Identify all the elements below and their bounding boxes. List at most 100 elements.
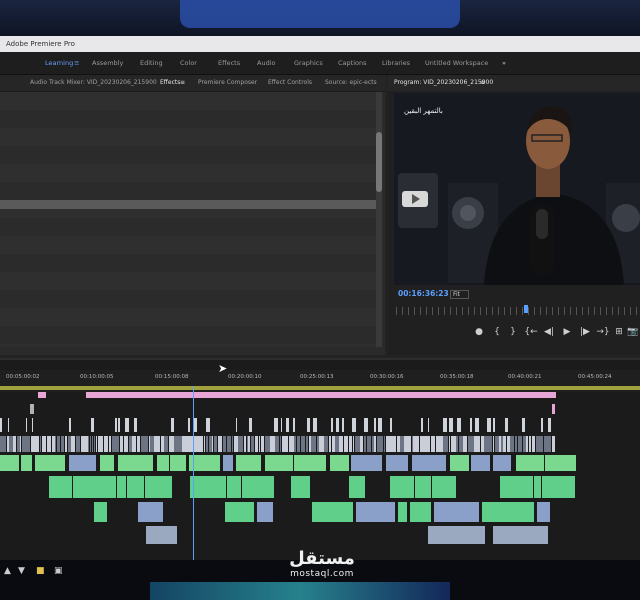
audio-clip[interactable] bbox=[257, 502, 273, 522]
timeline-clip[interactable] bbox=[41, 436, 47, 452]
workspace-learning[interactable]: Learning bbox=[45, 52, 73, 74]
timeline-clip[interactable] bbox=[250, 436, 255, 452]
timeline-clip[interactable] bbox=[9, 436, 13, 452]
workspace-menu-icon[interactable]: ≡ bbox=[74, 52, 79, 74]
workspace-libraries[interactable]: Libraries bbox=[382, 52, 410, 74]
mark-in-button[interactable]: { bbox=[490, 323, 504, 341]
timeline-clip[interactable] bbox=[296, 436, 301, 452]
timeline-clip[interactable] bbox=[419, 436, 424, 452]
audio-clip[interactable] bbox=[533, 476, 542, 498]
program-title[interactable]: Program: VID_20230206_215900 bbox=[394, 75, 493, 91]
audio-clip[interactable] bbox=[226, 476, 242, 498]
timeline-clip[interactable] bbox=[458, 436, 463, 452]
audio-clip[interactable] bbox=[493, 526, 548, 544]
timeline-clip[interactable] bbox=[335, 418, 339, 432]
timeline-clip[interactable] bbox=[350, 455, 382, 471]
timeline-clip[interactable] bbox=[206, 418, 210, 432]
audio-clip[interactable] bbox=[189, 476, 226, 498]
timeline-clip[interactable] bbox=[51, 436, 55, 452]
timeline-clip[interactable] bbox=[117, 418, 120, 432]
mark-out-button[interactable]: } bbox=[506, 323, 520, 341]
timeline-clip[interactable] bbox=[169, 455, 187, 471]
audio-clip[interactable] bbox=[73, 476, 117, 498]
export-frame-button[interactable]: 📷 bbox=[626, 323, 640, 341]
timeline-clip[interactable] bbox=[222, 455, 234, 471]
effects-menu-icon[interactable]: ≡ bbox=[180, 75, 185, 91]
timeline-clip[interactable] bbox=[439, 436, 443, 452]
tab-audio-track-mixer[interactable]: Audio Track Mixer: VID_20230206_215900 bbox=[30, 75, 157, 91]
audio-clip[interactable] bbox=[312, 502, 353, 522]
timeline-clip[interactable] bbox=[427, 436, 431, 452]
audio-clip[interactable] bbox=[499, 476, 533, 498]
timeline-clip[interactable] bbox=[463, 436, 467, 452]
timeline-clip[interactable] bbox=[343, 436, 349, 452]
audio-clip[interactable] bbox=[290, 476, 311, 498]
timeline-clip[interactable] bbox=[20, 455, 33, 471]
audio-clip[interactable] bbox=[414, 476, 431, 498]
go-to-out-button[interactable]: →} bbox=[596, 323, 610, 341]
timeline-clip[interactable] bbox=[494, 436, 499, 452]
taskbar-icon[interactable]: ■ bbox=[36, 566, 45, 576]
timeline-clip[interactable] bbox=[324, 436, 329, 452]
timeline-clip[interactable] bbox=[449, 418, 453, 432]
timeline-clip[interactable] bbox=[450, 436, 456, 452]
tab-premiere-composer[interactable]: Premiere Composer bbox=[198, 75, 257, 91]
audio-clip[interactable] bbox=[48, 476, 73, 498]
step-forward-button[interactable]: |▶ bbox=[578, 323, 592, 341]
timeline-clip[interactable] bbox=[280, 418, 283, 432]
timeline-clip[interactable] bbox=[374, 418, 377, 432]
audio-clip[interactable] bbox=[138, 502, 164, 522]
timeline-clip[interactable] bbox=[540, 418, 543, 432]
audio-clip[interactable] bbox=[225, 502, 255, 522]
timeline-clip[interactable] bbox=[400, 436, 404, 452]
workspace-captions[interactable]: Captions bbox=[338, 52, 367, 74]
audio-clip[interactable] bbox=[349, 476, 366, 498]
timeline-clip[interactable] bbox=[385, 455, 408, 471]
timeline-clip[interactable] bbox=[174, 436, 179, 452]
fit-dropdown[interactable]: Fit bbox=[450, 290, 470, 299]
selected-effect-row[interactable] bbox=[0, 200, 376, 209]
timeline-clip[interactable] bbox=[285, 436, 289, 452]
tab-effects[interactable]: Effects bbox=[160, 75, 180, 91]
timeline-clip[interactable] bbox=[34, 455, 65, 471]
timeline-clip[interactable] bbox=[330, 418, 334, 432]
timeline-clip[interactable] bbox=[164, 436, 169, 452]
timeline-clip[interactable] bbox=[311, 436, 317, 452]
audio-clip[interactable] bbox=[93, 502, 107, 522]
timeline-clip[interactable] bbox=[119, 436, 124, 452]
audio-clip[interactable] bbox=[117, 476, 127, 498]
timeline-clip[interactable] bbox=[275, 436, 280, 452]
timeline-clip[interactable] bbox=[538, 436, 544, 452]
timeline-clip[interactable] bbox=[531, 436, 536, 452]
timeline-clip[interactable] bbox=[13, 436, 17, 452]
timeline-clip[interactable] bbox=[140, 436, 145, 452]
timeline-clip[interactable] bbox=[492, 455, 512, 471]
timeline-clip[interactable] bbox=[413, 436, 417, 452]
timeline-clip[interactable] bbox=[313, 418, 318, 432]
timeline-clip[interactable] bbox=[274, 418, 279, 432]
timeline-clip[interactable] bbox=[264, 436, 270, 452]
timeline-clip[interactable] bbox=[133, 418, 138, 432]
timeline-clip[interactable] bbox=[292, 418, 295, 432]
timeline-clip[interactable] bbox=[7, 418, 10, 432]
effects-list[interactable] bbox=[0, 92, 380, 347]
timeline-clip[interactable] bbox=[235, 455, 261, 471]
timeline-clip[interactable] bbox=[60, 436, 65, 452]
timeline-clip[interactable] bbox=[504, 418, 509, 432]
timeline-clip[interactable] bbox=[132, 436, 137, 452]
timeline-clip[interactable] bbox=[69, 418, 71, 432]
timeline-clip[interactable] bbox=[286, 418, 289, 432]
timeline-clip[interactable] bbox=[150, 436, 154, 452]
timeline-clip[interactable] bbox=[103, 436, 109, 452]
timeline-clip[interactable] bbox=[168, 436, 174, 452]
timeline-clip[interactable] bbox=[306, 418, 311, 432]
timeline-clip[interactable] bbox=[335, 436, 339, 452]
timeline-marker[interactable] bbox=[552, 404, 555, 414]
timeline-clip[interactable] bbox=[25, 436, 29, 452]
timeline-clip[interactable] bbox=[470, 418, 472, 432]
taskbar-icon[interactable]: ▣ bbox=[54, 566, 63, 576]
timeline-clip[interactable] bbox=[288, 436, 294, 452]
timeline-clip[interactable] bbox=[236, 418, 238, 432]
timeline-clip[interactable] bbox=[46, 436, 51, 452]
timeline-clip[interactable] bbox=[377, 418, 382, 432]
